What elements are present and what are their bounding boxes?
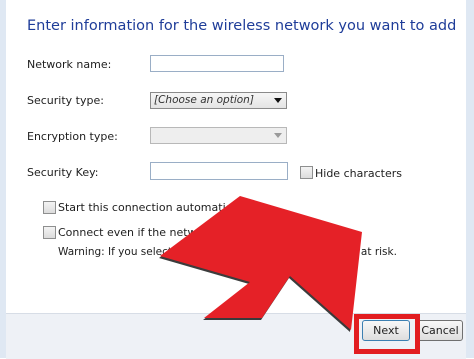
red-pointer-arrow-icon (159, 196, 362, 332)
